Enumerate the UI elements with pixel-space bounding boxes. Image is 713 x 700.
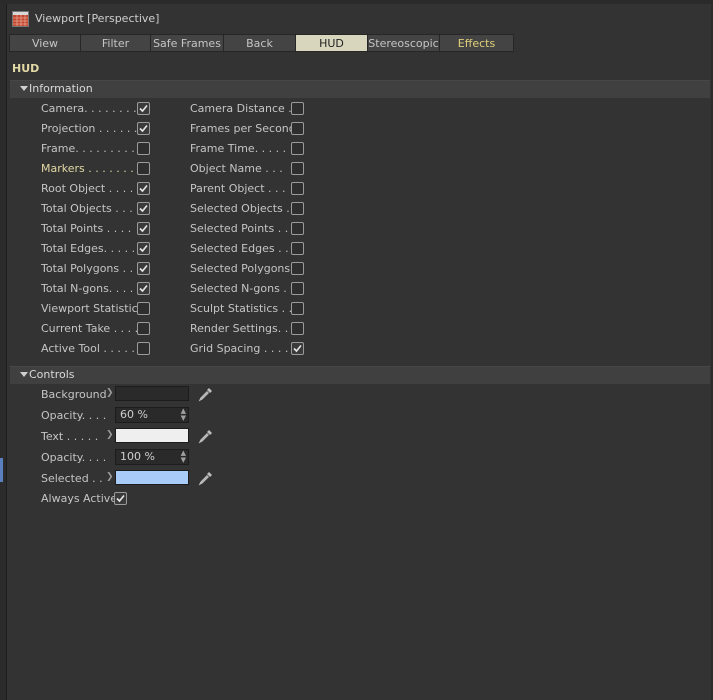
always-active-label: Always Active — [41, 492, 118, 505]
opacity-label: Opacity. . . . — [41, 451, 107, 464]
checkbox-sculpt-statistics[interactable] — [291, 302, 304, 315]
tab-back[interactable]: Back — [224, 34, 296, 52]
checkbox-markers[interactable] — [137, 162, 150, 175]
checkbox-grid-spacing[interactable] — [291, 342, 304, 355]
tab-stereoscopic[interactable]: Stereoscopic — [368, 34, 440, 52]
spinner-arrows-icon[interactable]: ▲ ▼ — [181, 450, 186, 464]
checkbox-camera[interactable] — [137, 102, 150, 115]
tab-hud[interactable]: HUD — [296, 34, 368, 52]
section-information-label: Information — [29, 82, 93, 95]
info-label-parent-object: Parent Object . . . — [190, 182, 286, 195]
checkbox-total-n-gons[interactable] — [137, 282, 150, 295]
info-label-selected-polygons: Selected Polygons — [190, 262, 291, 275]
chevron-right-icon[interactable]: ❯ — [106, 430, 114, 440]
info-label-frame: Frame. . . . . . . . . — [41, 142, 135, 155]
info-label-selected-edges: Selected Edges . . — [190, 242, 289, 255]
checkbox-active-tool[interactable] — [137, 342, 150, 355]
info-label-selected-n-gons: Selected N-gons . — [190, 282, 287, 295]
info-label-object-name: Object Name . . . — [190, 162, 283, 175]
checkbox-total-points[interactable] — [137, 222, 150, 235]
checkbox-projection[interactable] — [137, 122, 150, 135]
tab-bar: View Filter Safe Frames Back HUD Stereos… — [9, 34, 514, 53]
info-label-selected-objects: Selected Objects . — [190, 202, 290, 215]
background-color-field[interactable] — [115, 386, 189, 401]
checkbox-current-take[interactable] — [137, 322, 150, 335]
checkbox-frames-per-second[interactable] — [291, 122, 304, 135]
tab-filter[interactable]: Filter — [81, 34, 151, 52]
info-label-root-object: Root Object . . . . — [41, 182, 134, 195]
eyedropper-icon[interactable] — [198, 470, 214, 486]
info-label-total-edges: Total Edges. . . . . — [41, 242, 136, 255]
info-label-total-objects: Total Objects . . . — [41, 202, 133, 215]
checkbox-selected-points[interactable] — [291, 222, 304, 235]
checkbox-total-objects[interactable] — [137, 202, 150, 215]
info-label-camera: Camera. . . . . . . . . — [41, 102, 144, 115]
collapse-triangle-icon — [20, 372, 28, 377]
info-label-sculpt-statistics: Sculpt Statistics . . — [190, 302, 293, 315]
background-opacity-value: 60 % — [120, 408, 148, 421]
checkbox-selected-n-gons[interactable] — [291, 282, 304, 295]
checkbox-selected-polygons[interactable] — [291, 262, 304, 275]
section-controls-label: Controls — [29, 368, 75, 381]
info-label-active-tool: Active Tool . . . . . — [41, 342, 135, 355]
info-label-render-settings: Render Settings. . — [190, 322, 289, 335]
window-title: Viewport [Perspective] — [35, 12, 160, 25]
left-panel-marker — [0, 458, 3, 482]
collapse-triangle-icon — [20, 86, 28, 91]
tab-safe-frames[interactable]: Safe Frames — [151, 34, 224, 52]
section-information[interactable]: Information — [10, 80, 710, 98]
background-opacity-field[interactable]: 60 % ▲ ▼ — [115, 407, 189, 423]
tab-view[interactable]: View — [9, 34, 81, 52]
info-label-total-points: Total Points . . . . — [41, 222, 132, 235]
checkbox-viewport-statistics[interactable] — [137, 302, 150, 315]
info-label-frame-time: Frame Time. . . . . — [190, 142, 287, 155]
checkbox-root-object[interactable] — [137, 182, 150, 195]
info-label-viewport-statistics: Viewport Statistics — [41, 302, 144, 315]
opacity-label: Opacity. . . . — [41, 409, 107, 422]
title-bar: Viewport [Perspective] — [10, 9, 700, 31]
checkbox-parent-object[interactable] — [291, 182, 304, 195]
checkbox-camera-distance[interactable] — [291, 102, 304, 115]
checkbox-render-settings[interactable] — [291, 322, 304, 335]
info-label-selected-points: Selected Points . . — [190, 222, 289, 235]
chevron-right-icon[interactable]: ❯ — [106, 388, 114, 398]
checkbox-selected-objects[interactable] — [291, 202, 304, 215]
info-label-current-take: Current Take . . . . — [41, 322, 139, 335]
info-label-markers: Markers . . . . . . . — [41, 162, 134, 175]
checkbox-frame-time[interactable] — [291, 142, 304, 155]
info-label-total-polygons: Total Polygons . . — [41, 262, 134, 275]
checkbox-frame[interactable] — [137, 142, 150, 155]
text-color-field[interactable] — [115, 428, 189, 443]
selected-label: Selected . . — [41, 472, 103, 485]
checkbox-total-polygons[interactable] — [137, 262, 150, 275]
chevron-right-icon[interactable]: ❯ — [106, 472, 114, 482]
checkbox-object-name[interactable] — [291, 162, 304, 175]
info-label-camera-distance: Camera Distance . — [190, 102, 292, 115]
selected-color-field[interactable] — [115, 470, 189, 485]
viewport-icon — [12, 11, 29, 27]
page-title: HUD — [12, 62, 40, 75]
eyedropper-icon[interactable] — [198, 386, 214, 402]
eyedropper-icon[interactable] — [198, 428, 214, 444]
info-label-total-n-gons: Total N-gons. . . . — [41, 282, 134, 295]
text-opacity-field[interactable]: 100 % ▲ ▼ — [115, 449, 189, 465]
info-label-projection: Projection . . . . . . — [41, 122, 138, 135]
checkbox-total-edges[interactable] — [137, 242, 150, 255]
top-strip — [0, 0, 713, 4]
always-active-checkbox[interactable] — [114, 492, 127, 505]
section-controls[interactable]: Controls — [10, 366, 710, 384]
info-label-frames-per-second: Frames per Second — [190, 122, 296, 135]
text-opacity-value: 100 % — [120, 450, 155, 463]
text-label: Text . . . . . — [41, 430, 99, 443]
info-label-grid-spacing: Grid Spacing . . . . — [190, 342, 289, 355]
spinner-arrows-icon[interactable]: ▲ ▼ — [181, 408, 186, 422]
tab-effects[interactable]: Effects — [440, 34, 514, 52]
left-panel-edge — [0, 4, 7, 700]
background-label: Background — [41, 388, 107, 401]
checkbox-selected-edges[interactable] — [291, 242, 304, 255]
